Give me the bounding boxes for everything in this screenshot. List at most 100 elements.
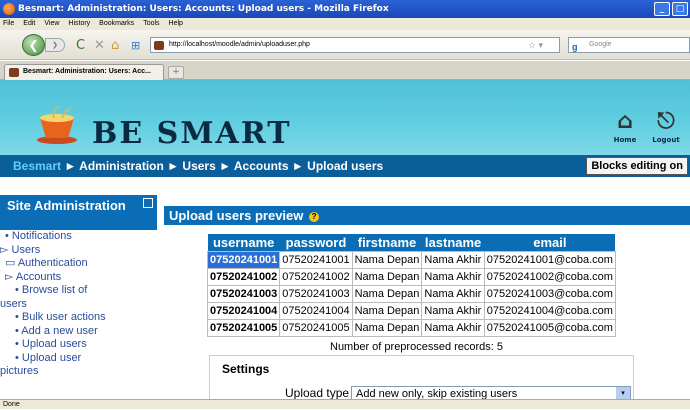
cell-email: 07520241002@coba.com [483,267,616,286]
sidebar-title-text: Site Administration [7,198,126,213]
maximize-button[interactable]: □ [672,2,688,16]
breadcrumb-users[interactable]: Users [182,159,215,173]
blocks-editing-button[interactable]: Blocks editing on [586,157,688,175]
star-icon[interactable]: ☆ ▾ [528,38,543,52]
sidebar-item-browse-list[interactable]: • Browse list of [0,284,157,298]
window-controls: _ □ [654,2,688,16]
home-icon[interactable]: ⌂ [111,39,119,52]
sidebar-item-browse-list-cont[interactable]: users [0,298,157,312]
breadcrumb-administration[interactable]: Administration [79,159,164,173]
chevron-down-icon[interactable]: ▾ [616,387,630,399]
cell-firstname: Nama Depan [351,284,423,303]
cell-firstname: Nama Depan [351,301,423,320]
cell-username: 07520241005 [206,318,281,337]
upload-type-value: Add new only, skip existing users [356,388,518,399]
search-placeholder: Google [589,41,612,48]
menu-view[interactable]: View [44,18,59,30]
sidebar-item-bulk-actions[interactable]: • Bulk user actions [0,311,157,325]
sidebar-item-authentication[interactable]: ▭ Authentication [0,257,157,271]
breadcrumb-besmart[interactable]: Besmart [13,159,61,173]
table-row: 07520241004 07520241004 Nama Depan Nama … [206,301,616,320]
sidebar-item-upload-pictures[interactable]: • Upload user [0,352,157,366]
status-bar: Done [0,399,690,409]
breadcrumb-accounts[interactable]: Accounts [234,159,289,173]
cell-password: 07520241005 [279,318,353,337]
cell-lastname: Nama Akhir [421,267,485,286]
menu-bar: File Edit View History Bookmarks Tools H… [0,18,690,30]
cell-lastname: Nama Akhir [421,284,485,303]
stop-icon[interactable]: ✕ [94,39,105,52]
firefox-icon [3,3,15,15]
tab-strip: Besmart: Administration: Users: Acc... + [0,61,690,80]
col-password: password [279,234,353,251]
tab-favicon [9,68,19,77]
page-title: Upload users preview [169,208,304,223]
minimize-button[interactable]: _ [654,2,670,16]
navigation-toolbar: ❮ ❯ C ✕ ⌂ ⊞ http://localhost/moodle/admi… [0,30,690,60]
bookmark-add-icon[interactable]: ⊞ [131,39,140,52]
col-username: username [207,234,280,251]
cell-username: 07520241003 [206,284,281,303]
col-email: email [484,234,616,251]
settings-legend: Settings [222,362,270,376]
menu-help[interactable]: Help [169,18,183,30]
site-header: BE SMART ⌂ Home ⎋ Logout [0,80,690,155]
search-input[interactable]: g Google [568,37,690,53]
home-link[interactable]: ⌂ Home [607,108,643,144]
cell-lastname: Nama Akhir [421,318,485,337]
menu-history[interactable]: History [68,18,90,30]
logo-cup-icon [37,106,77,144]
sidebar-item-accounts[interactable]: ▻ Accounts [0,271,157,285]
breadcrumb-separator: ► [167,159,180,173]
cell-password: 07520241002 [279,267,353,286]
menu-file[interactable]: File [3,18,14,30]
cell-email: 07520241004@coba.com [483,301,616,320]
cell-email: 07520241003@coba.com [483,284,616,303]
cell-lastname: Nama Akhir [421,250,485,269]
table-row: 07520241003 07520241003 Nama Depan Nama … [206,284,616,303]
page-content: BE SMART ⌂ Home ⎋ Logout Besmart ► Admin… [0,80,690,399]
new-tab-button[interactable]: + [168,66,184,79]
cell-firstname: Nama Depan [351,318,423,337]
cell-password: 07520241004 [279,301,353,320]
cell-username: 07520241001 [206,250,281,269]
home-label: Home [613,136,637,144]
cell-firstname: Nama Depan [351,267,423,286]
tab-active[interactable]: Besmart: Administration: Users: Acc... [4,64,164,80]
url-bar[interactable]: http://localhost/moodle/admin/uploaduser… [150,37,560,53]
upload-type-select[interactable]: Add new only, skip existing users ▾ [351,386,631,399]
record-count: Number of preprocessed records: 5 [330,341,504,353]
sidebar-item-users[interactable]: ▻ Users [0,244,157,258]
url-text: http://localhost/moodle/admin/uploaduser… [169,41,310,48]
collapse-block-icon[interactable] [143,198,153,208]
table-row: 07520241002 07520241002 Nama Depan Nama … [206,267,616,286]
table-row: 07520241001 07520241001 Nama Depan Nama … [206,250,616,269]
logout-link[interactable]: ⎋ Logout [648,108,684,144]
forward-button[interactable]: ❯ [45,38,65,52]
site-logo[interactable]: BE SMART [92,116,292,151]
sidebar-item-upload-users[interactable]: • Upload users [0,338,157,352]
menu-bookmarks[interactable]: Bookmarks [99,18,134,30]
status-text: Done [3,401,20,408]
breadcrumb-upload-users: Upload users [307,159,384,173]
cell-username: 07520241004 [206,301,281,320]
cell-lastname: Nama Akhir [421,301,485,320]
sidebar-item-notifications[interactable]: • Notifications [0,230,157,244]
breadcrumb-separator: ► [291,159,304,173]
settings-fieldset: Settings Upload type Add new only, skip … [209,355,634,399]
reload-icon[interactable]: C [76,39,85,52]
preview-table: username password firstname lastname ema… [206,234,616,337]
sidebar-item-add-user[interactable]: • Add a new user [0,325,157,339]
menu-tools[interactable]: Tools [143,18,159,30]
cell-password: 07520241001 [279,250,353,269]
main-heading: Upload users preview ? [164,206,690,225]
help-icon[interactable]: ? [309,212,320,222]
breadcrumb-separator: ► [64,159,77,173]
sidebar-item-upload-pictures-cont[interactable]: pictures [0,365,157,379]
sidebar-tree: • Notifications ▻ Users ▭ Authentication… [0,230,157,379]
tab-label: Besmart: Administration: Users: Acc... [23,68,151,75]
logout-label: Logout [652,136,680,144]
back-button[interactable]: ❮ [22,34,45,56]
cell-email: 07520241001@coba.com [483,250,616,269]
menu-edit[interactable]: Edit [23,18,35,30]
